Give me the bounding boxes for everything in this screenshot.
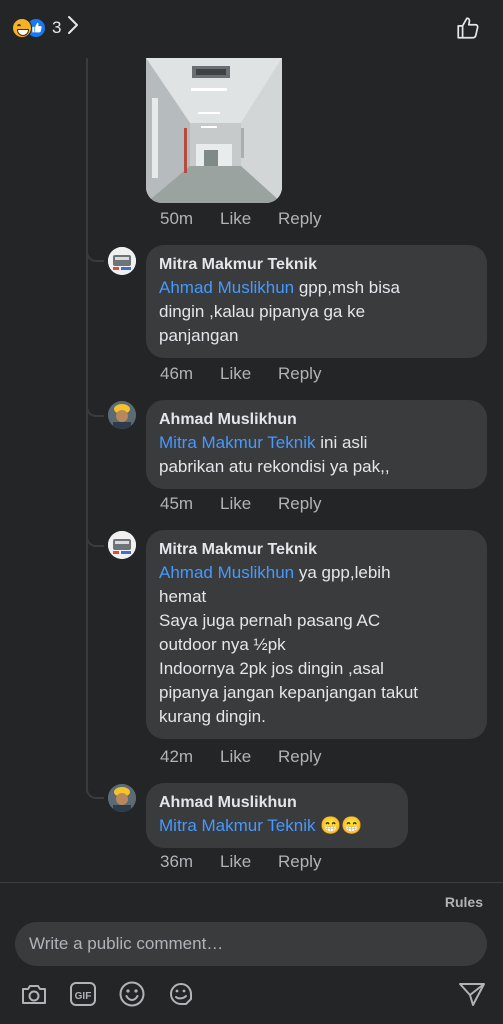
mention-link[interactable]: Ahmad Muslikhun (159, 563, 294, 582)
avatar[interactable] (108, 401, 136, 429)
send-icon[interactable] (456, 978, 488, 1010)
reply-button[interactable]: Reply (278, 209, 321, 229)
thread-branch (86, 403, 104, 417)
gif-icon[interactable]: GIF (67, 978, 99, 1010)
avatar[interactable] (108, 784, 136, 812)
camera-icon[interactable] (18, 978, 50, 1010)
sticker-icon[interactable] (165, 978, 197, 1010)
thread-branch (86, 533, 104, 547)
like-button[interactable]: Like (220, 494, 278, 514)
composer-divider (0, 882, 503, 883)
comment-actions: 45m Like Reply (160, 494, 321, 514)
like-button[interactable]: Like (220, 364, 278, 384)
comment-bubble: Ahmad Muslikhun Mitra Makmur Teknik 😁😁 (146, 783, 408, 848)
thread-line (86, 58, 88, 793)
comment-author[interactable]: Ahmad Muslikhun (159, 409, 473, 431)
reactions-summary[interactable]: 3 (12, 15, 79, 40)
comment-bubble: Mitra Makmur Teknik Ahmad Muslikhun gpp,… (146, 245, 487, 358)
emoji-icon[interactable] (116, 978, 148, 1010)
comment-input[interactable]: Write a public comment… (15, 922, 487, 966)
reactions-header: 3 (0, 0, 503, 58)
comment-author[interactable]: Mitra Makmur Teknik (159, 539, 473, 561)
comment-actions: 46m Like Reply (160, 364, 321, 384)
like-button[interactable]: Like (220, 852, 278, 872)
comment-text: Ahmad Muslikhun ya gpp,lebih hemat Saya … (159, 561, 473, 729)
thread-branch (86, 785, 104, 799)
comment-actions: 50m Like Reply (160, 209, 321, 229)
mention-link[interactable]: Ahmad Muslikhun (159, 278, 294, 297)
avatar[interactable] (108, 247, 136, 275)
rules-link[interactable]: Rules (445, 894, 483, 910)
comment-photo[interactable] (146, 58, 282, 203)
comment-time: 36m (160, 852, 194, 871)
avatar[interactable] (108, 531, 136, 559)
reply-button[interactable]: Reply (278, 364, 321, 384)
comment-author[interactable]: Ahmad Muslikhun (159, 792, 394, 814)
like-button[interactable]: Like (220, 747, 278, 767)
comment-bubble: Ahmad Muslikhun Mitra Makmur Teknik ini … (146, 400, 487, 489)
comment-bubble: Mitra Makmur Teknik Ahmad Muslikhun ya g… (146, 530, 487, 739)
comment-text: Mitra Makmur Teknik ini asli pabrikan at… (159, 431, 473, 479)
reply-button[interactable]: Reply (278, 494, 321, 514)
comment-body: ya gpp,lebih hemat Saya juga pernah pasa… (159, 563, 418, 726)
thumbs-up-icon[interactable] (455, 15, 481, 46)
comment-actions: 36m Like Reply (160, 852, 321, 872)
comment-time: 42m (160, 747, 194, 766)
mention-link[interactable]: Mitra Makmur Teknik (159, 816, 316, 835)
comment-text: Ahmad Muslikhun gpp,msh bisa dingin ,kal… (159, 276, 473, 348)
thread-branch (86, 248, 104, 262)
chevron-right-icon[interactable] (67, 15, 79, 40)
comment-time: 46m (160, 364, 194, 383)
comment-author[interactable]: Mitra Makmur Teknik (159, 254, 473, 276)
like-button[interactable]: Like (220, 209, 278, 229)
comment-body: 😁😁 (315, 816, 363, 835)
svg-text:GIF: GIF (75, 991, 92, 1002)
laughing-emoji-icon (12, 17, 32, 38)
reaction-count: 3 (52, 17, 62, 37)
mention-link[interactable]: Mitra Makmur Teknik (159, 433, 316, 452)
reply-button[interactable]: Reply (278, 747, 321, 767)
comment-text: Mitra Makmur Teknik 😁😁 (159, 814, 394, 838)
comment-time: 50m (160, 209, 194, 228)
comment-time: 45m (160, 494, 194, 513)
reply-button[interactable]: Reply (278, 852, 321, 872)
composer-toolbar: GIF (0, 978, 503, 1012)
comment-actions: 42m Like Reply (160, 747, 321, 767)
